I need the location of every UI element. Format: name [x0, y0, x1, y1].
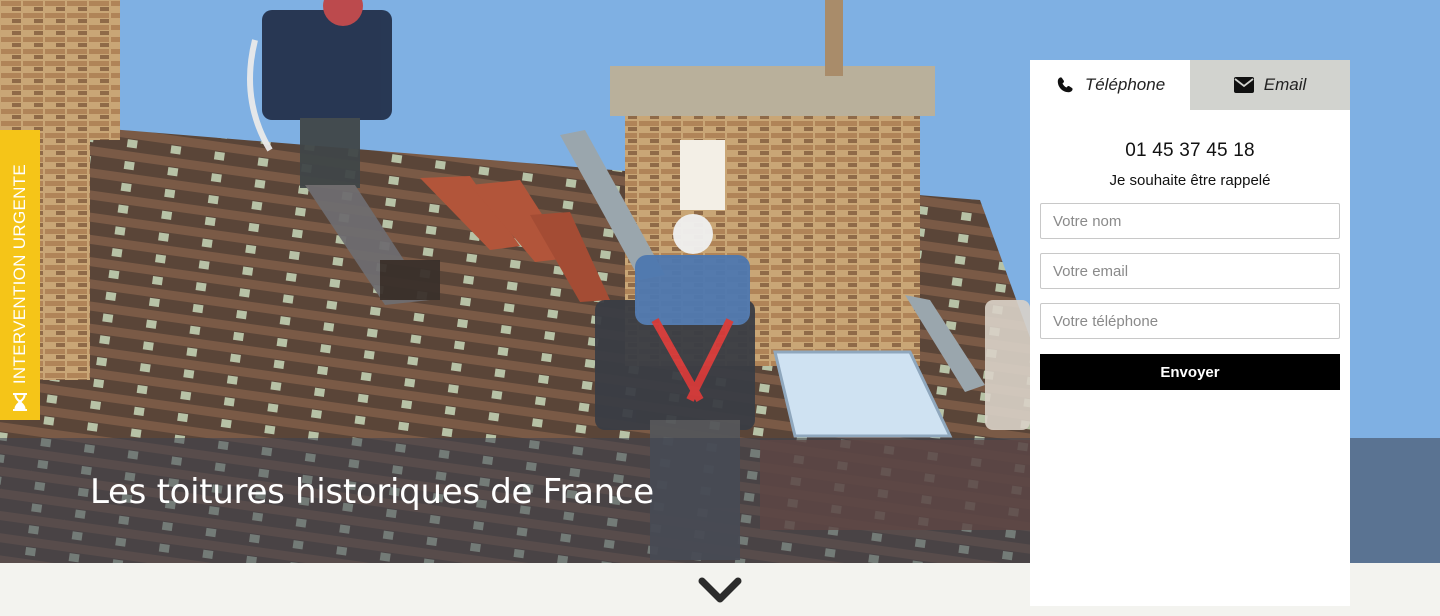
chevron-down-icon[interactable] [697, 574, 743, 606]
phone-number[interactable]: 01 45 37 45 18 [1030, 140, 1350, 162]
name-input[interactable] [1040, 203, 1340, 239]
tab-telephone-label: Téléphone [1084, 75, 1166, 94]
tab-telephone[interactable]: Téléphone [1030, 60, 1190, 110]
contact-panel: Téléphone Email 01 45 37 45 18 Je souhai… [1030, 60, 1350, 606]
urgent-intervention-label: INTERVENTION URGENTE [10, 163, 29, 384]
hourglass-icon [13, 393, 27, 411]
tab-email[interactable]: Email [1190, 60, 1350, 110]
callback-text: Je souhaite être rappelé [1109, 172, 1271, 189]
hero-title: Les toitures historiques de France [90, 472, 654, 512]
phone-input[interactable] [1040, 303, 1340, 339]
phone-icon [1057, 77, 1073, 93]
email-input[interactable] [1040, 253, 1340, 289]
contact-tabs: Téléphone Email [1030, 60, 1350, 110]
send-button[interactable]: Envoyer [1040, 354, 1340, 390]
urgent-intervention-tab[interactable]: INTERVENTION URGENTE [0, 130, 40, 420]
tab-email-label: Email [1263, 75, 1307, 94]
envelope-icon [1233, 77, 1254, 93]
